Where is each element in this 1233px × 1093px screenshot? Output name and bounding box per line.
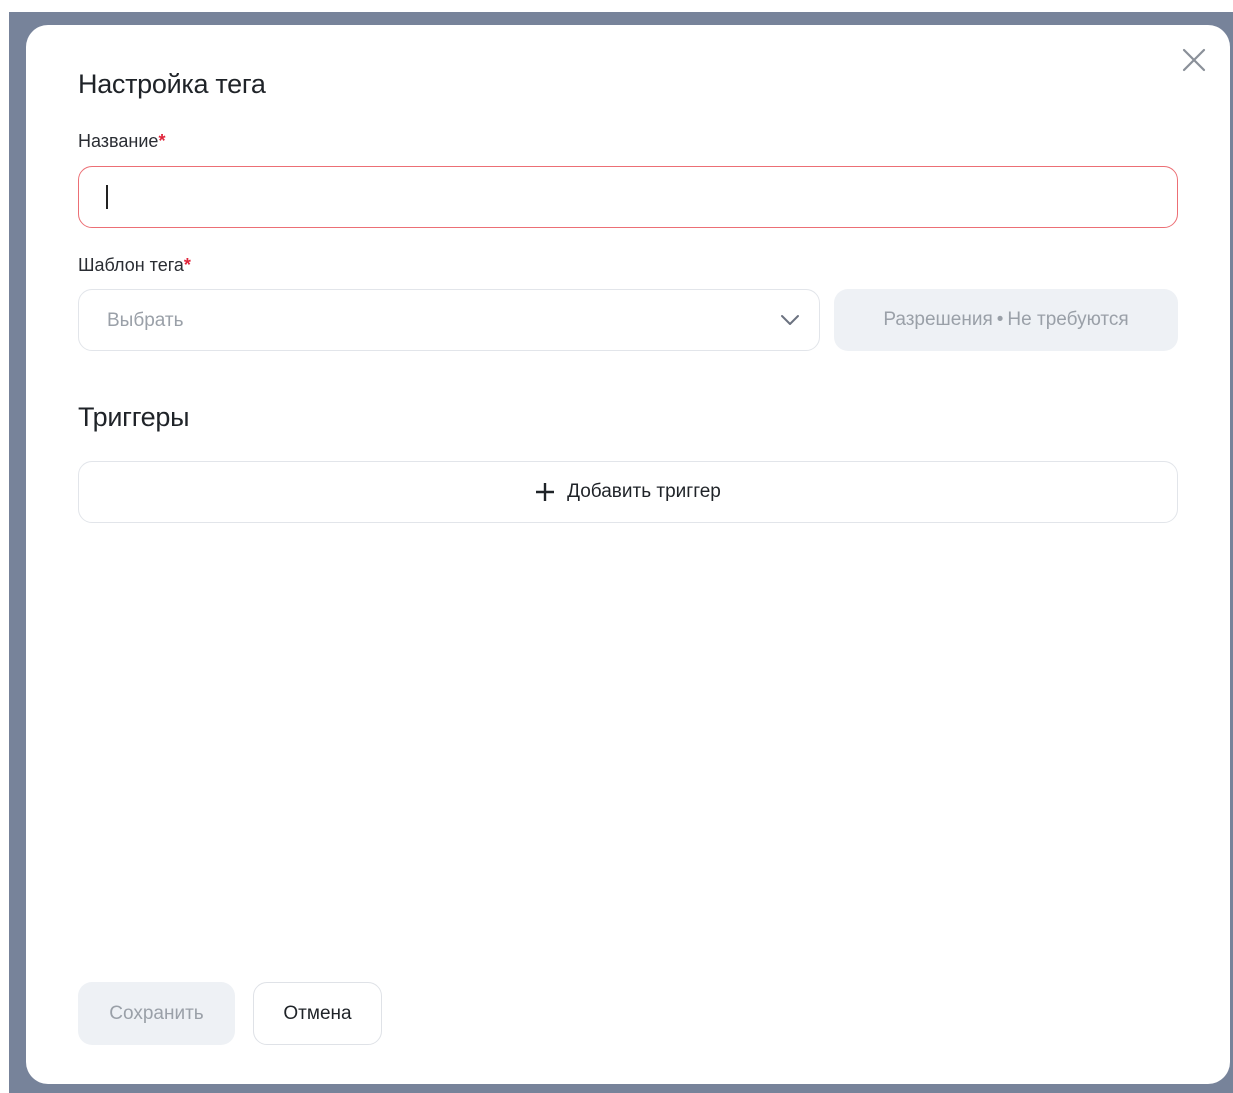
triggers-section-title: Триггеры <box>78 402 190 432</box>
save-button[interactable]: Сохранить <box>78 982 235 1045</box>
permissions-label: Разрешения <box>883 309 993 330</box>
chevron-down-icon <box>781 315 799 325</box>
name-label-text: Название <box>78 131 159 151</box>
dialog-title: Настройка тега <box>78 69 266 99</box>
permissions-separator: • <box>996 309 1004 330</box>
tag-settings-dialog: Настройка тега Название* Шаблон тега* Вы… <box>26 25 1230 1084</box>
template-select-placeholder: Выбрать <box>107 310 184 331</box>
required-mark: * <box>158 131 166 151</box>
template-field-label: Шаблон тега* <box>78 255 191 276</box>
name-input[interactable] <box>78 166 1178 228</box>
permissions-value: Не требуются <box>1007 309 1129 330</box>
text-caret <box>106 185 108 209</box>
template-label-text: Шаблон тега <box>78 255 184 275</box>
add-trigger-label: Добавить триггер <box>567 481 721 502</box>
add-trigger-button[interactable]: Добавить триггер <box>78 461 1178 523</box>
plus-icon <box>536 483 555 501</box>
template-select[interactable]: Выбрать <box>78 289 820 351</box>
required-mark: * <box>183 255 191 275</box>
permissions-chip: Разрешения • Не требуются <box>834 289 1178 351</box>
name-field-label: Название* <box>78 131 165 152</box>
cancel-button[interactable]: Отмена <box>253 982 382 1045</box>
close-icon[interactable] <box>1181 47 1207 73</box>
